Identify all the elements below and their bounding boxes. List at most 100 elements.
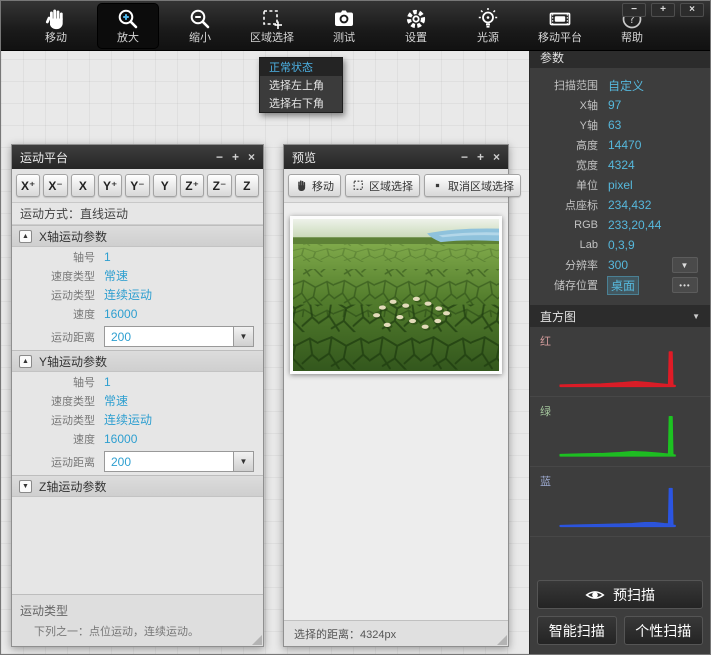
toolbar-item-zoom-out[interactable]: 缩小 — [169, 3, 231, 49]
panel-minimize-button[interactable]: − — [216, 151, 223, 163]
param-label: X轴 — [530, 97, 608, 113]
chevron-down-icon[interactable]: ▼ — [233, 452, 253, 471]
field-label: 运动类型 — [12, 287, 104, 303]
browse-more-button[interactable]: ••• — [672, 277, 698, 293]
resolution-dropdown-button[interactable]: ▼ — [672, 257, 698, 273]
panel-close-button[interactable]: × — [493, 151, 500, 163]
toolbar-item-settings[interactable]: 设置 — [385, 3, 447, 49]
histogram-green: 绿 — [530, 397, 710, 467]
gear-icon — [404, 7, 428, 31]
distance-dropdown[interactable]: 200 ▼ — [104, 451, 254, 472]
axis-button-z-minus[interactable]: Z⁻ — [207, 174, 231, 197]
axis-number-value[interactable]: 1 — [104, 250, 111, 264]
axis-button-y[interactable]: Y — [153, 174, 177, 197]
toolbar-item-zoom-in[interactable]: 放大 — [97, 3, 159, 49]
panel-maximize-button[interactable]: + — [477, 151, 484, 163]
axis-button-z[interactable]: Z — [235, 174, 259, 197]
toolbar-item-platform[interactable]: 移动平台 — [529, 3, 591, 49]
custom-scan-button[interactable]: 个性扫描 — [624, 616, 704, 645]
panel-close-button[interactable]: × — [248, 151, 255, 163]
parameters-sidebar: 参数 扫描范围自定义 X轴97 Y轴63 高度14470 宽度4324 单位pi… — [529, 46, 710, 654]
histogram-collapse-icon[interactable]: ▼ — [692, 312, 700, 321]
x-axis-section-header[interactable]: ▲ X轴运动参数 — [12, 225, 263, 247]
scan-range-value[interactable]: 自定义 — [608, 77, 644, 94]
toolbar-item-move[interactable]: 移动 — [25, 3, 87, 49]
panel-maximize-button[interactable]: + — [232, 151, 239, 163]
menu-item-select-bottom-right[interactable]: 选择右下角 — [260, 94, 342, 112]
field-label: 速度类型 — [12, 393, 104, 409]
y-axis-section-header[interactable]: ▲ Y轴运动参数 — [12, 350, 263, 372]
collapse-toggle-icon[interactable]: ▼ — [19, 480, 32, 493]
z-axis-section-header[interactable]: ▼ Z轴运动参数 — [12, 475, 263, 497]
prescan-button[interactable]: 预扫描 — [537, 580, 703, 609]
param-label: RGB — [530, 219, 608, 231]
toolbar-label: 移动 — [45, 33, 67, 44]
motion-panel-titlebar: 运动平台 − + × — [12, 145, 263, 169]
speed-value[interactable]: 16000 — [104, 307, 137, 321]
preview-cancel-region-button[interactable]: 取消区域选择 — [424, 174, 521, 197]
preview-image[interactable] — [290, 216, 502, 374]
button-label: 区域选择 — [369, 178, 413, 194]
parameters-list: 扫描范围自定义 X轴97 Y轴63 高度14470 宽度4324 单位pixel… — [530, 68, 710, 299]
y-axis-value[interactable]: 63 — [608, 118, 621, 132]
motion-type-value[interactable]: 连续运动 — [104, 411, 152, 428]
preview-canvas[interactable] — [284, 203, 508, 620]
distance-dropdown[interactable]: 200 ▼ — [104, 326, 254, 347]
preview-panel: 预览 − + × 移动 区域选择 取消区域选择 — [283, 144, 509, 647]
resolution-value[interactable]: 300 — [608, 258, 628, 272]
width-value[interactable]: 4324 — [608, 158, 635, 172]
blue-histogram-curve — [542, 483, 698, 531]
axis-button-x-minus[interactable]: X⁻ — [43, 174, 67, 197]
x-axis-value[interactable]: 97 — [608, 98, 621, 112]
axis-button-y-minus[interactable]: Y⁻ — [125, 174, 149, 197]
speed-value[interactable]: 16000 — [104, 432, 137, 446]
zoom-out-icon — [188, 7, 212, 31]
toolbar-item-light[interactable]: 光源 — [457, 3, 519, 49]
panel-minimize-button[interactable]: − — [461, 151, 468, 163]
axis-number-value[interactable]: 1 — [104, 375, 111, 389]
smart-scan-button[interactable]: 智能扫描 — [537, 616, 617, 645]
rgb-value: 233,20,44 — [608, 218, 661, 232]
preview-region-select-button[interactable]: 区域选择 — [345, 174, 420, 197]
hand-icon — [44, 7, 68, 31]
platform-icon — [548, 7, 572, 31]
window-close-button[interactable]: × — [680, 3, 704, 17]
window-maximize-button[interactable]: + — [651, 3, 675, 17]
lab-value: 0,3,9 — [608, 238, 635, 252]
scanner-app-window: 移动 放大 缩小 区域选择 测试 — [0, 0, 711, 655]
chevron-down-icon[interactable]: ▼ — [233, 327, 253, 346]
toolbar-label: 设置 — [405, 33, 427, 44]
speed-type-value[interactable]: 常速 — [104, 392, 128, 409]
button-label: 取消区域选择 — [448, 178, 514, 194]
preview-move-button[interactable]: 移动 — [288, 174, 341, 197]
resize-grip[interactable] — [497, 635, 507, 645]
region-select-icon — [352, 179, 365, 192]
button-label: 移动 — [312, 178, 334, 194]
point-coord-value: 234,432 — [608, 198, 651, 212]
toolbar-item-test[interactable]: 测试 — [313, 3, 375, 49]
axis-button-y-plus[interactable]: Y⁺ — [98, 174, 122, 197]
camera-icon — [332, 7, 356, 31]
height-value[interactable]: 14470 — [608, 138, 641, 152]
status-text: 选择的距离：4324px — [294, 626, 396, 642]
resize-grip[interactable] — [252, 635, 262, 645]
axis-button-z-plus[interactable]: Z⁺ — [180, 174, 204, 197]
toolbar-label: 缩小 — [189, 33, 211, 44]
eye-icon — [585, 588, 605, 602]
collapse-toggle-icon[interactable]: ▲ — [19, 230, 32, 243]
motion-type-value[interactable]: 连续运动 — [104, 286, 152, 303]
field-label: 速度 — [12, 431, 104, 447]
motion-platform-panel: 运动平台 − + × X⁺ X⁻ X Y⁺ Y⁻ Y Z⁺ Z⁻ Z 运动方式：… — [11, 144, 264, 647]
button-label: 个性扫描 — [635, 621, 691, 641]
toolbar-item-region-select[interactable]: 区域选择 — [241, 3, 303, 49]
save-location-value[interactable]: 桌面 — [608, 277, 638, 294]
unit-value[interactable]: pixel — [608, 178, 633, 192]
menu-item-select-top-left[interactable]: 选择左上角 — [260, 76, 342, 94]
collapse-toggle-icon[interactable]: ▲ — [19, 355, 32, 368]
window-minimize-button[interactable]: − — [622, 3, 646, 17]
param-label: 储存位置 — [530, 277, 608, 293]
menu-item-normal-state[interactable]: 正常状态 — [260, 58, 342, 76]
axis-button-x-plus[interactable]: X⁺ — [16, 174, 40, 197]
axis-button-x[interactable]: X — [71, 174, 95, 197]
speed-type-value[interactable]: 常速 — [104, 267, 128, 284]
